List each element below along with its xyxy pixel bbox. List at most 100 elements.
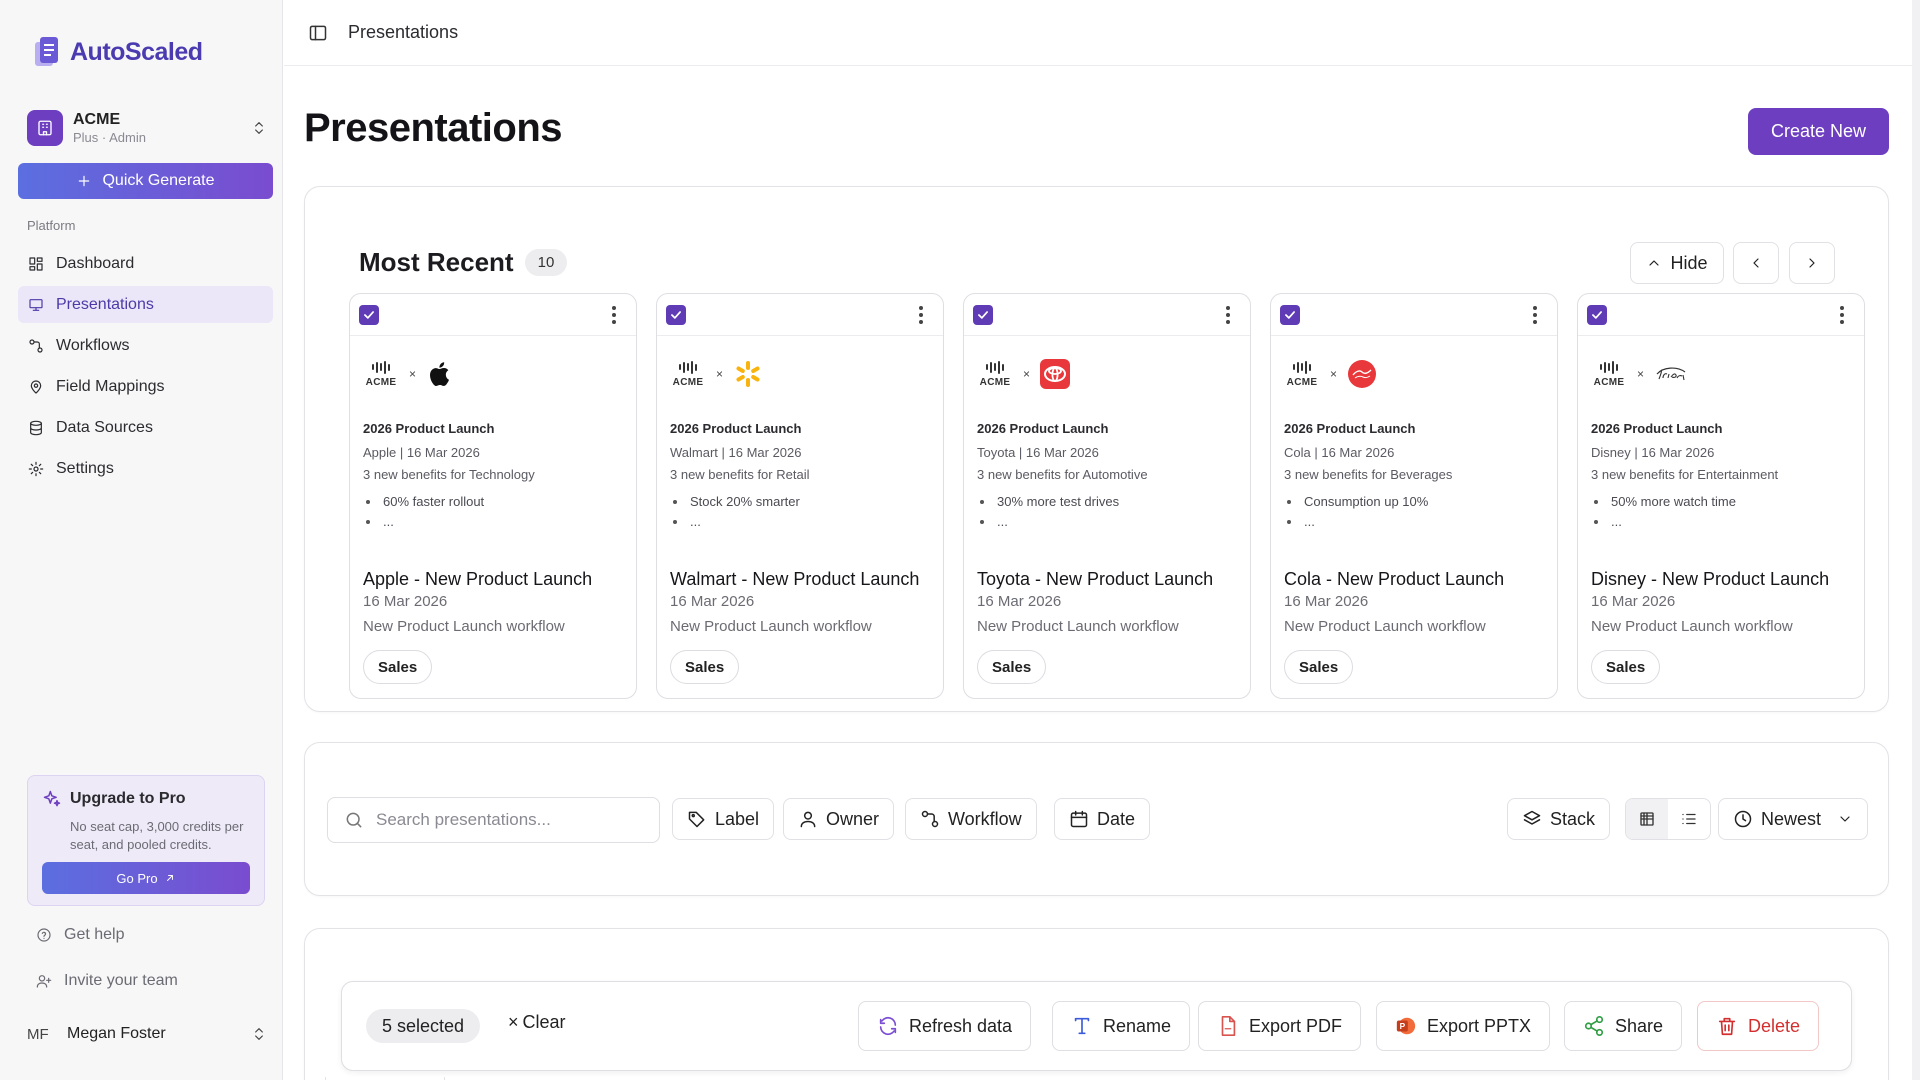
sidebar-item-settings[interactable]: Settings — [18, 450, 273, 487]
card-date: 16 Mar 2026 — [1591, 593, 1676, 610]
org-switcher[interactable]: ACME Plus · Admin — [27, 106, 267, 150]
more-options-icon[interactable] — [1832, 303, 1852, 327]
view-toggle — [1625, 798, 1711, 840]
refresh-data-button[interactable]: Refresh data — [858, 1001, 1032, 1051]
user-plus-icon — [36, 973, 52, 989]
rename-button[interactable]: Rename — [1052, 1001, 1191, 1051]
delete-label: Delete — [1748, 1015, 1801, 1036]
card-workflow: New Product Launch workflow — [363, 618, 565, 635]
label-filter-button[interactable]: Label — [672, 798, 775, 840]
selected-count: 5 selected — [366, 1009, 481, 1043]
tag-badge[interactable]: Sales — [1284, 650, 1354, 684]
search-input[interactable] — [376, 810, 636, 830]
search-box[interactable] — [327, 797, 660, 843]
select-checkbox[interactable] — [1587, 304, 1607, 325]
topbar: Presentations — [284, 0, 1920, 66]
tag-badge[interactable]: Sales — [363, 650, 433, 684]
upgrade-card: Upgrade to Pro No seat cap, 3,000 credit… — [27, 775, 265, 906]
select-checkbox[interactable] — [666, 304, 686, 325]
get-help-link[interactable]: Get help — [36, 926, 124, 944]
tag-badge[interactable]: Sales — [1591, 650, 1661, 684]
sort-dropdown[interactable]: Newest — [1718, 798, 1868, 840]
card-date: 16 Mar 2026 — [977, 593, 1062, 610]
grid-icon — [28, 256, 44, 272]
card-header — [350, 294, 636, 336]
sidebar-item-label: Workflows — [56, 336, 130, 354]
export-pdf-button[interactable]: Export PDF — [1198, 1001, 1362, 1051]
workflow-filter-button[interactable]: Workflow — [905, 798, 1037, 840]
go-pro-button[interactable]: Go Pro — [42, 862, 250, 894]
list-view-icon[interactable] — [1668, 799, 1710, 839]
chevron-up-icon — [1646, 255, 1662, 271]
sidebar-item-label: Data Sources — [56, 418, 153, 436]
label-filter-label: Label — [715, 808, 760, 829]
more-options-icon[interactable] — [604, 303, 624, 327]
chevron-down-icon — [1837, 811, 1853, 827]
sidebar-item-data-sources[interactable]: Data Sources — [18, 409, 273, 446]
select-checkbox[interactable] — [359, 304, 379, 325]
export-pptx-button[interactable]: P Export PPTX — [1376, 1001, 1551, 1051]
app-logo[interactable]: AutoScaled — [32, 34, 203, 70]
card-workflow: New Product Launch workflow — [1284, 618, 1486, 635]
presentation-card[interactable]: ACME × 2026 Product Launch Cola | 16 Mar… — [1270, 293, 1558, 699]
card-title: Disney - New Product Launch — [1591, 569, 1830, 589]
tag-badge[interactable]: Sales — [977, 650, 1047, 684]
presentation-card[interactable]: ACME × 2026 Product Launch Toyota | 16 M… — [963, 293, 1251, 699]
quick-generate-button[interactable]: Quick Generate — [18, 163, 273, 199]
prev-button[interactable] — [1733, 242, 1779, 284]
clear-selection-button[interactable]: × Clear — [508, 1012, 566, 1033]
card-workflow: New Product Launch workflow — [1591, 618, 1793, 635]
date-filter-button[interactable]: Date — [1054, 798, 1151, 840]
refresh-label: Refresh data — [909, 1015, 1013, 1036]
chevron-left-icon — [1748, 255, 1764, 271]
hide-button[interactable]: Hide — [1630, 242, 1724, 284]
user-menu[interactable]: MF Megan Foster — [27, 1018, 267, 1050]
avatar: MF — [27, 1025, 49, 1043]
share-button[interactable]: Share — [1564, 1001, 1683, 1051]
sidebar-item-label: Settings — [56, 459, 114, 477]
section-title: Most Recent — [359, 247, 514, 277]
sidebar-item-label: Dashboard — [56, 254, 135, 272]
select-checkbox[interactable] — [1280, 304, 1300, 325]
co-brand-logos: ACME × — [977, 354, 1071, 394]
user-icon — [798, 809, 818, 829]
more-options-icon[interactable] — [1525, 303, 1545, 327]
toyota-logo-icon — [1040, 359, 1071, 389]
database-icon — [28, 420, 44, 436]
export-pdf-label: Export PDF — [1249, 1015, 1343, 1036]
card-title: Cola - New Product Launch — [1284, 569, 1505, 589]
layers-icon — [1522, 809, 1542, 829]
presentation-card[interactable]: ACME × 2026 Product Launch Walmart | 16 … — [656, 293, 944, 699]
invite-team-link[interactable]: Invite your team — [36, 972, 178, 990]
select-checkbox[interactable] — [973, 304, 993, 325]
card-header — [1271, 294, 1557, 336]
recent-cards: ACME × 2026 Product Launch Apple | 16 Ma… — [349, 293, 1865, 699]
trash-icon — [1716, 1015, 1738, 1037]
owner-filter-button[interactable]: Owner — [783, 798, 895, 840]
sidebar-item-dashboard[interactable]: Dashboard — [18, 245, 273, 282]
slide-preview: 2026 Product Launch Disney | 16 Mar 2026… — [1591, 421, 1855, 533]
tag-badge[interactable]: Sales — [670, 650, 740, 684]
chevrons-up-down-icon — [251, 1026, 267, 1042]
stack-button[interactable]: Stack — [1507, 798, 1611, 840]
grid-view-icon[interactable] — [1626, 799, 1668, 839]
sidebar-item-workflows[interactable]: Workflows — [18, 327, 273, 364]
next-button[interactable] — [1789, 242, 1835, 284]
more-options-icon[interactable] — [911, 303, 931, 327]
count-badge: 10 — [525, 249, 567, 276]
delete-button[interactable]: Delete — [1697, 1001, 1820, 1051]
presentation-card[interactable]: ACME × 2026 Product Launch Apple | 16 Ma… — [349, 293, 637, 699]
presentation-card[interactable]: ACME × 2026 Product Launch Disney | 16 M… — [1577, 293, 1865, 699]
card-title: Toyota - New Product Launch — [977, 569, 1214, 589]
sidebar-item-label: Presentations — [56, 295, 154, 313]
sidebar-item-field-mappings[interactable]: Field Mappings — [18, 368, 273, 405]
sidebar-item-presentations[interactable]: Presentations — [18, 286, 273, 323]
cola-logo-icon — [1347, 359, 1377, 389]
go-pro-label: Go Pro — [116, 870, 158, 886]
sidebar-toggle-icon[interactable] — [308, 23, 328, 43]
scrollbar[interactable] — [1912, 0, 1920, 1080]
co-brand-logos: ACME × — [1284, 354, 1377, 394]
sidebar-nav: Dashboard Presentations Workflows Field … — [18, 245, 273, 491]
more-options-icon[interactable] — [1218, 303, 1238, 327]
create-new-button[interactable]: Create New — [1748, 108, 1889, 155]
